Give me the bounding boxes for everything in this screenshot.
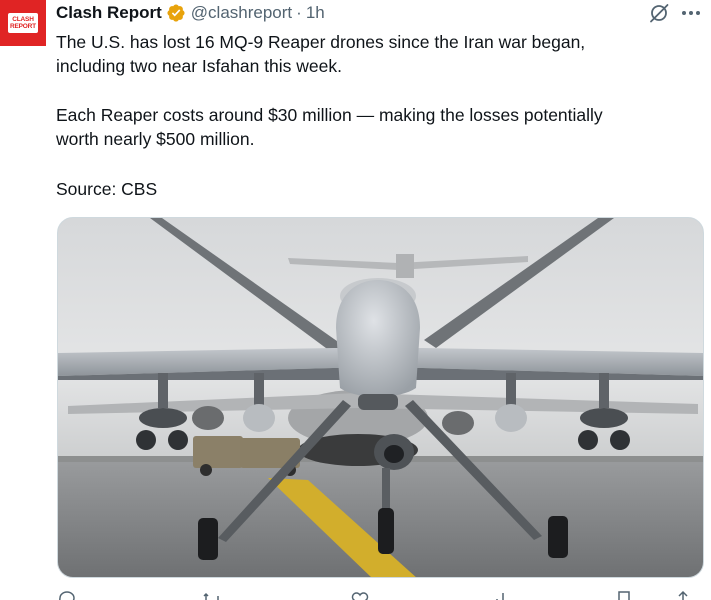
post-text-source: Source: CBS xyxy=(56,179,158,199)
post-actions xyxy=(56,590,702,600)
post-text-line: Each Reaper costs around $30 million — m… xyxy=(56,105,603,125)
verified-badge-icon[interactable] xyxy=(166,3,186,23)
views-icon[interactable] xyxy=(494,590,512,600)
repost-icon[interactable] xyxy=(202,590,222,600)
author-handle[interactable]: @clashreport xyxy=(191,3,292,23)
post-media-image[interactable] xyxy=(57,217,704,578)
more-icon[interactable] xyxy=(680,2,702,24)
post-text-line: including two near Isfahan this week. xyxy=(56,56,342,76)
like-icon[interactable] xyxy=(350,590,370,600)
avatar-text-2: REPORT xyxy=(10,23,36,30)
author-display-name[interactable]: Clash Report xyxy=(56,3,162,23)
post-header: Clash Report @clashreport · 1h xyxy=(56,1,325,25)
post-text-line: worth nearly $500 million. xyxy=(56,129,255,149)
header-separator: · xyxy=(296,3,302,22)
bookmark-icon[interactable] xyxy=(616,590,632,600)
share-icon[interactable] xyxy=(674,590,692,600)
avatar-logo: CLASH REPORT xyxy=(8,13,38,33)
post-timestamp[interactable]: 1h xyxy=(306,3,325,23)
reply-icon[interactable] xyxy=(58,590,76,600)
avatar[interactable]: CLASH REPORT xyxy=(0,0,46,46)
post-text-line: The U.S. has lost 16 MQ-9 Reaper drones … xyxy=(56,32,586,52)
grok-icon[interactable] xyxy=(647,2,671,24)
avatar-text-1: CLASH xyxy=(12,16,34,23)
